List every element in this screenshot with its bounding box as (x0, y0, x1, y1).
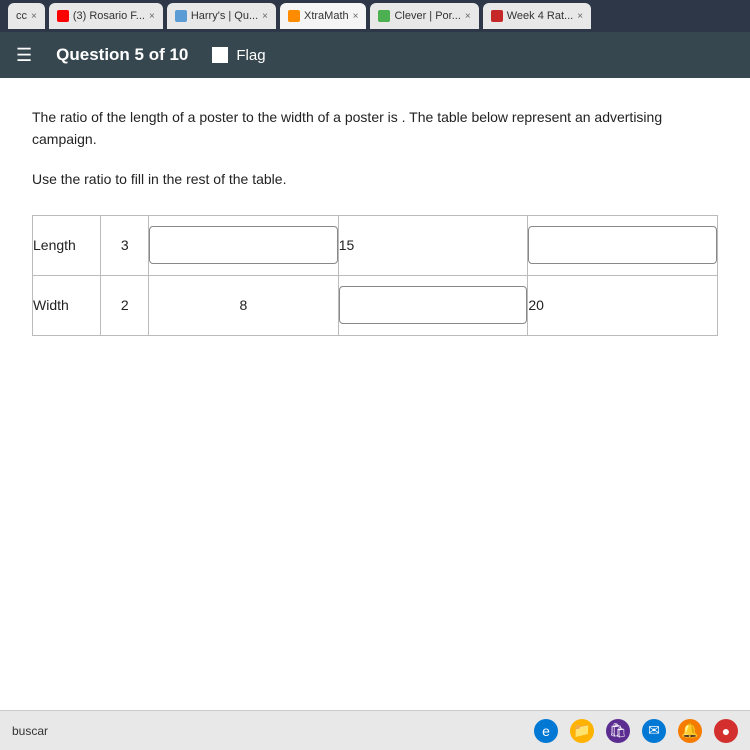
tab-harry-close[interactable]: × (262, 11, 268, 22)
tab-week[interactable]: Week 4 Rat... × (483, 3, 591, 29)
taskbar-search: buscar (12, 724, 48, 738)
length-input-2[interactable] (528, 226, 717, 264)
question-counter: Question 5 of 10 (56, 45, 188, 65)
main-content: The ratio of the length of a poster to t… (0, 78, 750, 710)
table-row-width: Width 2 8 20 (33, 275, 718, 335)
week-icon (491, 10, 503, 22)
youtube-icon (57, 10, 69, 22)
flag-container[interactable]: Flag (212, 47, 265, 64)
width-value-20: 20 (528, 275, 718, 335)
length-input-1[interactable] (149, 226, 338, 264)
tab-week-label: Week 4 Rat... (507, 10, 573, 22)
width-input-1[interactable] (339, 286, 528, 324)
tab-cc-label: cc (16, 10, 27, 22)
bag-icon[interactable]: 🛍 (606, 719, 630, 743)
taskbar: buscar e 📁 🛍 ✉ 🔔 ● (0, 710, 750, 750)
length-input-1-cell (149, 215, 339, 275)
clever-icon (378, 10, 390, 22)
tab-clever-close[interactable]: × (465, 11, 471, 22)
instruction-text: Use the ratio to fill in the rest of the… (32, 171, 718, 187)
menu-icon[interactable]: ☰ (16, 45, 32, 66)
flag-label: Flag (236, 47, 265, 64)
browser-tabs: cc × (3) Rosario F... × Harry's | Qu... … (0, 0, 750, 32)
tab-harry[interactable]: Harry's | Qu... × (167, 3, 276, 29)
xtramath-icon (288, 10, 300, 22)
question-text: The ratio of the length of a poster to t… (32, 106, 718, 151)
tab-harry-label: Harry's | Qu... (191, 10, 258, 22)
folder-icon[interactable]: 📁 (570, 719, 594, 743)
width-value-8: 8 (149, 275, 339, 335)
width-input-1-cell (338, 275, 528, 335)
edge-browser-icon[interactable]: e (534, 719, 558, 743)
width-label: Width (33, 275, 101, 335)
width-value-2: 2 (101, 275, 149, 335)
mail-icon[interactable]: ✉ (642, 719, 666, 743)
table-row-length: Length 3 15 (33, 215, 718, 275)
tab-rosario-label: (3) Rosario F... (73, 10, 145, 22)
red-circle-icon[interactable]: ● (714, 719, 738, 743)
tab-xtramath[interactable]: XtraMath × (280, 3, 366, 29)
harry-icon (175, 10, 187, 22)
notification-icon[interactable]: 🔔 (678, 719, 702, 743)
length-value-3: 3 (101, 215, 149, 275)
tab-rosario[interactable]: (3) Rosario F... × (49, 3, 163, 29)
tab-cc[interactable]: cc × (8, 3, 45, 29)
flag-icon (212, 47, 228, 63)
tab-clever[interactable]: Clever | Por... × (370, 3, 478, 29)
tab-clever-label: Clever | Por... (394, 10, 460, 22)
question-header: ☰ Question 5 of 10 Flag (0, 32, 750, 78)
length-input-2-cell (528, 215, 718, 275)
tab-week-close[interactable]: × (577, 11, 583, 22)
tab-rosario-close[interactable]: × (149, 11, 155, 22)
length-label: Length (33, 215, 101, 275)
length-value-15: 15 (338, 215, 528, 275)
tab-cc-close[interactable]: × (31, 11, 37, 22)
tab-xtramath-label: XtraMath (304, 10, 349, 22)
tab-xtramath-close[interactable]: × (353, 11, 359, 22)
ratio-table: Length 3 15 Width 2 8 20 (32, 215, 718, 336)
